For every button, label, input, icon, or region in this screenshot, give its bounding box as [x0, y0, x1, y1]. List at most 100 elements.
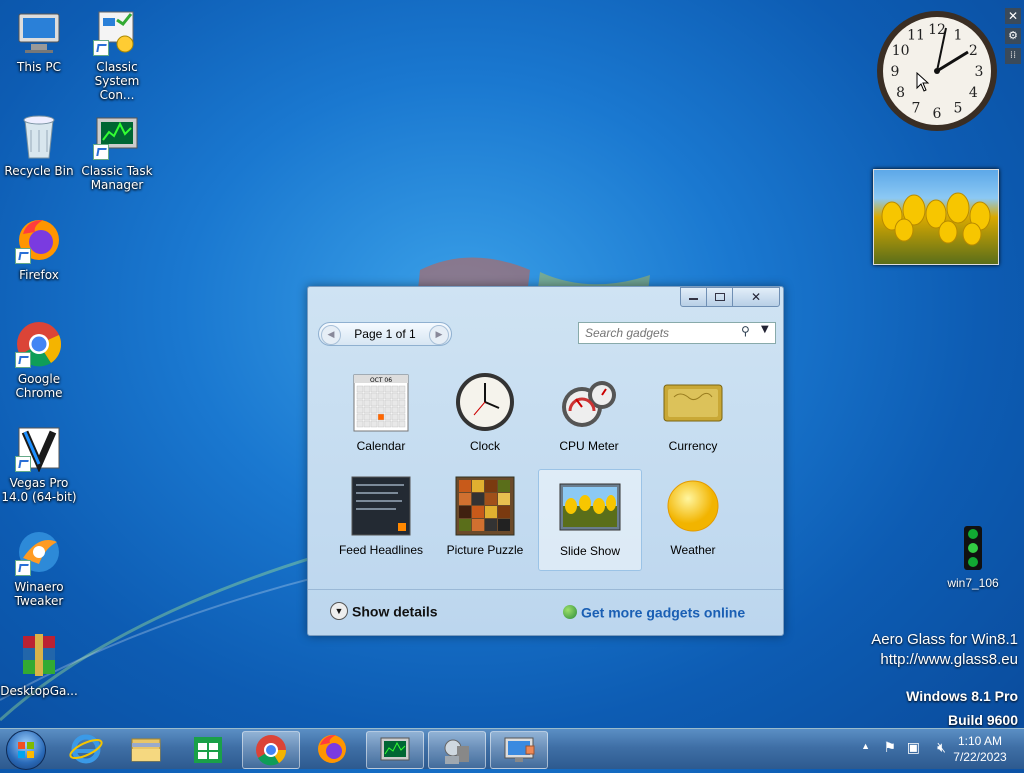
clock-number: 4	[969, 85, 978, 101]
show-hidden-icons-chevron-icon[interactable]: ▲	[861, 741, 870, 751]
desktop-icon-recycle-bin[interactable]: Recycle Bin	[0, 112, 78, 178]
taskbar-internet-explorer[interactable]	[58, 731, 114, 767]
action-center-flag-icon[interactable]: ⚑	[883, 739, 896, 756]
desktop-icon-vegas-pro[interactable]: Vegas Pro 14.0 (64-bit)	[0, 424, 78, 504]
tray-clock[interactable]: 1:10 AM 7/22/2023	[950, 733, 1010, 765]
desktop-icon-label: Winaero Tweaker	[14, 580, 64, 608]
tray-time: 1:10 AM	[957, 734, 1003, 748]
desktop-icon-label: Classic Task Manager	[81, 164, 153, 192]
clock-number: 11	[907, 28, 925, 44]
gallery-toolbar: ◀ Page 1 of 1 ▶ ⚲ ▼	[318, 322, 776, 346]
get-more-gadgets-label: Get more gadgets online	[581, 604, 746, 621]
shortcut-arrow-icon	[93, 144, 109, 160]
mouse-cursor-icon	[916, 72, 930, 92]
gadget-close-button[interactable]: ✕	[1005, 8, 1021, 24]
recycle-bin-icon	[15, 112, 63, 160]
taskbar-task-manager[interactable]	[366, 731, 424, 769]
minimize-button[interactable]	[680, 287, 707, 307]
gadgets-icon	[444, 739, 469, 764]
search-icon[interactable]: ⚲	[741, 324, 750, 338]
picture-puzzle-icon	[454, 475, 516, 537]
clock-number: 5	[954, 100, 963, 116]
chevron-down-icon[interactable]: ▼	[761, 324, 769, 335]
desktop-icon-classic-task-manager[interactable]: Classic Task Manager	[78, 112, 156, 192]
search-input[interactable]	[583, 324, 735, 342]
clock-gadget[interactable]: 12 1 2 3 4 5 6 7 8 9 10 11	[874, 8, 1000, 134]
gadget-label: Feed Headlines	[338, 543, 424, 557]
desktop-icon-label: Recycle Bin	[4, 164, 74, 178]
gadget-label: Clock	[469, 439, 500, 453]
desktop-icon-label: Firefox	[19, 268, 59, 282]
maximize-button[interactable]	[706, 287, 733, 307]
taskbar-file-explorer[interactable]	[118, 731, 174, 767]
traffic-light-icon	[964, 526, 982, 570]
desktop-icon-firefox[interactable]: Firefox	[0, 216, 78, 282]
folder-icon	[131, 738, 161, 762]
desktop-icon-google-chrome[interactable]: Google Chrome	[0, 320, 78, 400]
watermark-line-2: http://www.glass8.eu	[880, 651, 1018, 668]
calendar-icon: OCT 06	[350, 371, 412, 433]
desktop-icon-win7-106[interactable]: win7_106	[938, 526, 1008, 590]
wrench-icon[interactable]: ⚙	[1005, 28, 1021, 44]
close-button[interactable]: ✕	[732, 287, 780, 307]
taskbar-gadgets[interactable]	[428, 731, 486, 769]
internet-explorer-icon	[69, 734, 103, 764]
gadget-label: Picture Puzzle	[446, 543, 524, 557]
gadget-feed-headlines[interactable]: Feed Headlines	[330, 469, 432, 569]
gadget-picture-puzzle[interactable]: Picture Puzzle	[434, 469, 536, 569]
clock-number: 8	[896, 85, 905, 101]
taskbar-chrome[interactable]	[242, 731, 300, 769]
taskbar-firefox[interactable]	[304, 731, 360, 767]
firefox-icon	[15, 216, 63, 264]
show-details-button[interactable]: ▼ Show details	[330, 602, 438, 624]
monitor-icon	[504, 737, 535, 762]
clock-number: 6	[933, 106, 942, 122]
clock-number: 9	[891, 64, 900, 80]
previous-page-button[interactable]: ◀	[321, 325, 341, 345]
firefox-icon	[318, 735, 346, 763]
gadget-clock[interactable]: Clock	[434, 365, 536, 465]
gadget-grid: OCT 06 Calendar Clock CPU Meter Currency	[317, 357, 780, 589]
vegas-pro-icon	[15, 424, 63, 473]
slideshow-gadget[interactable]	[873, 169, 999, 265]
currency-icon	[662, 371, 724, 433]
start-button[interactable]	[6, 730, 46, 770]
search-gadgets-box[interactable]: ⚲ ▼	[578, 322, 776, 344]
clock-number: 3	[975, 64, 984, 80]
gadget-currency[interactable]: Currency	[642, 365, 744, 465]
chrome-icon	[15, 320, 63, 368]
gadget-cpu-meter[interactable]: CPU Meter	[538, 365, 640, 465]
get-more-gadgets-link[interactable]: Get more gadgets online	[563, 603, 745, 620]
drag-handle-icon[interactable]: ⁞⁞	[1005, 48, 1021, 64]
weather-sun-icon	[662, 475, 724, 537]
clock-number: 7	[912, 100, 921, 116]
desktop-icon-this-pc[interactable]: This PC	[0, 8, 78, 74]
desktop-icon-label: win7_106	[947, 576, 999, 590]
clock-number: 10	[892, 43, 910, 59]
network-icon[interactable]: ▣	[907, 739, 920, 756]
gadget-weather[interactable]: Weather	[642, 469, 744, 569]
shortcut-arrow-icon	[15, 456, 31, 472]
gadget-slide-show[interactable]: Slide Show	[538, 469, 642, 571]
desktop-icon-desktop-gadgets[interactable]: DesktopGa...	[0, 632, 78, 698]
gadget-gallery-window: ✕ ◀ Page 1 of 1 ▶ ⚲ ▼ OCT 06 Calendar Cl…	[307, 286, 784, 636]
gadget-label: Calendar	[356, 439, 406, 453]
shortcut-arrow-icon	[15, 248, 31, 264]
windows-flag-icon	[18, 742, 34, 758]
taskbar-store[interactable]	[180, 731, 236, 767]
clock-icon	[454, 371, 516, 433]
desktop-icon-winaero-tweaker[interactable]: Winaero Tweaker	[0, 528, 78, 608]
clock-number: 2	[969, 43, 978, 59]
task-manager-icon	[93, 112, 141, 160]
desktop-icon-label: Google Chrome	[15, 372, 63, 400]
gadget-calendar[interactable]: OCT 06 Calendar	[330, 365, 432, 465]
desktop-icon-classic-system-control[interactable]: Classic System Con...	[78, 8, 156, 102]
volume-muted-icon[interactable]: 🔇︎	[937, 739, 946, 756]
taskbar-display[interactable]	[490, 731, 548, 769]
shortcut-arrow-icon	[93, 40, 109, 56]
desktop-icon-label: Vegas Pro 14.0 (64-bit)	[1, 476, 77, 504]
feed-headlines-icon	[350, 475, 412, 537]
next-page-button[interactable]: ▶	[429, 325, 449, 345]
globe-icon	[563, 605, 577, 620]
window-titlebar[interactable]: ✕	[308, 287, 783, 307]
